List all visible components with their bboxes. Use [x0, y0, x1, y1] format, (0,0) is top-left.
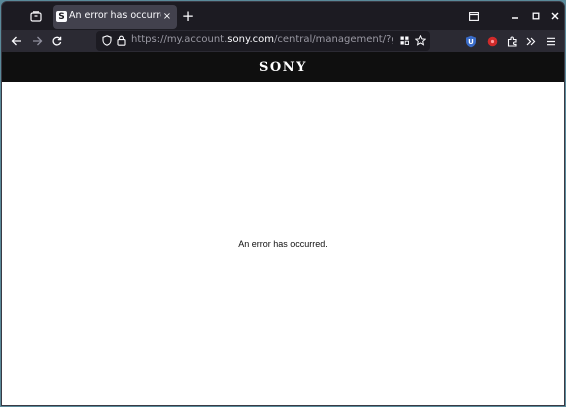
- ublock-extension-button[interactable]: U: [463, 33, 479, 49]
- reload-button[interactable]: [49, 33, 65, 49]
- forward-button[interactable]: [29, 33, 45, 49]
- forward-arrow-icon: [32, 36, 42, 46]
- tab-list-button[interactable]: [25, 7, 47, 25]
- puzzle-piece-icon: [507, 36, 517, 47]
- ublock-shield-icon: U: [466, 35, 476, 47]
- new-tab-button[interactable]: +: [180, 7, 196, 25]
- lock-icon[interactable]: [117, 35, 126, 46]
- bookmark-star-icon[interactable]: [415, 35, 426, 46]
- site-header: SONY: [2, 52, 564, 82]
- url-text[interactable]: https://my.account.sony.com/central/mana…: [131, 34, 393, 45]
- red-extension-button[interactable]: [484, 33, 500, 49]
- window-mode-button[interactable]: [467, 9, 481, 23]
- page-content: An error has occurred.: [2, 82, 564, 405]
- hamburger-menu-icon: [547, 37, 555, 45]
- site-favicon-icon: S: [56, 11, 67, 22]
- url-path: /central/management/?gated=t: [273, 34, 393, 45]
- address-bar[interactable]: https://my.account.sony.com/central/mana…: [96, 31, 430, 51]
- tab-active[interactable]: S An error has occurred. ×: [53, 5, 177, 29]
- svg-text:U: U: [468, 38, 474, 46]
- url-host: sony.com: [227, 34, 274, 45]
- close-window-button[interactable]: [548, 9, 562, 23]
- navigation-toolbar: https://my.account.sony.com/central/mana…: [2, 30, 564, 52]
- minimize-button[interactable]: [508, 9, 522, 23]
- tab-close-icon[interactable]: ×: [161, 10, 173, 22]
- maximize-button[interactable]: [529, 9, 543, 23]
- error-message: An error has occurred.: [238, 239, 328, 249]
- app-menu-button[interactable]: [543, 33, 559, 49]
- double-chevron-right-icon: [526, 37, 536, 45]
- tab-title: An error has occurred.: [69, 10, 161, 21]
- overflow-menu-button[interactable]: [523, 33, 539, 49]
- red-circle-extension-icon: [487, 36, 497, 46]
- extensions-grid-icon[interactable]: [400, 36, 409, 45]
- back-arrow-icon: [11, 36, 21, 46]
- back-button[interactable]: [8, 33, 24, 49]
- reload-icon: [52, 36, 62, 46]
- url-prefix: https://my.account.: [131, 34, 228, 45]
- maximize-icon: [532, 12, 540, 20]
- extensions-button[interactable]: [504, 33, 520, 49]
- tab-strip: S An error has occurred. × +: [2, 2, 564, 30]
- close-window-icon: [551, 12, 559, 20]
- tab-list-icon: [30, 10, 42, 22]
- minimize-icon: [512, 17, 518, 19]
- sony-logo[interactable]: SONY: [259, 60, 307, 75]
- tracking-protection-shield-icon[interactable]: [102, 35, 112, 46]
- window-mode-icon: [469, 11, 479, 21]
- browser-window: S An error has occurred. × +: [1, 1, 565, 406]
